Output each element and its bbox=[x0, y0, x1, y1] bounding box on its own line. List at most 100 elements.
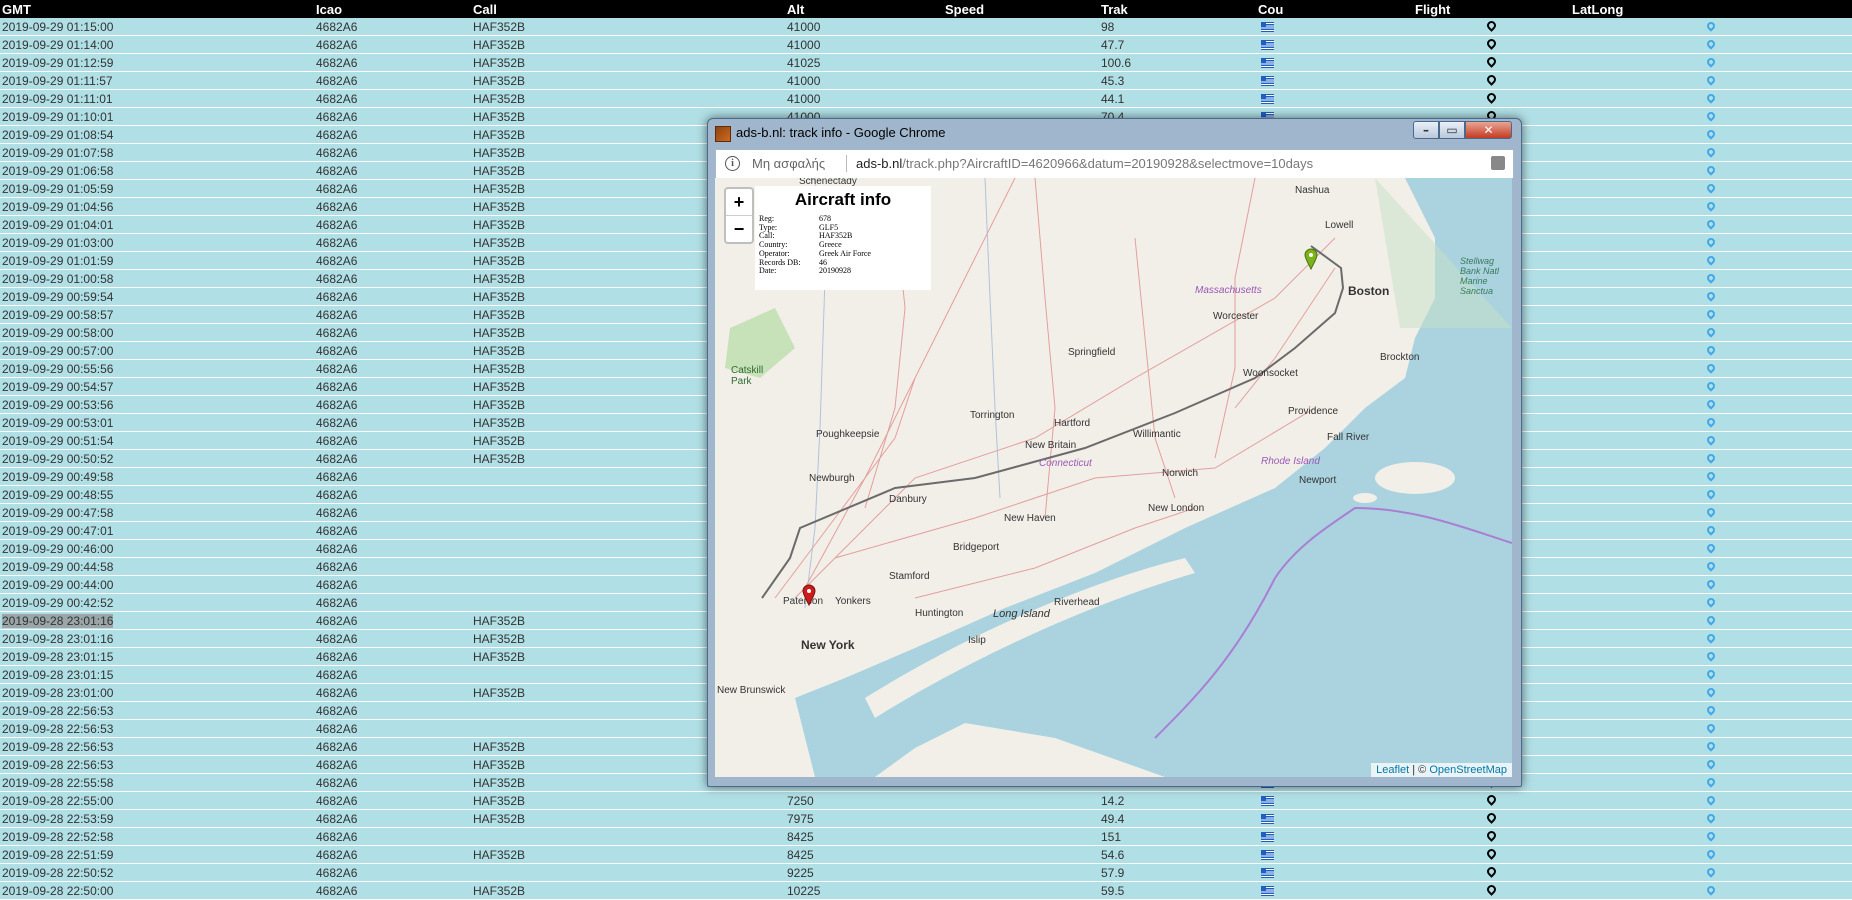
cell-latlong[interactable] bbox=[1570, 827, 1852, 846]
cell-latlong[interactable] bbox=[1570, 143, 1852, 162]
cell-latlong[interactable] bbox=[1570, 323, 1852, 342]
map-marker-icon[interactable] bbox=[1705, 290, 1717, 302]
cell-latlong[interactable] bbox=[1570, 593, 1852, 612]
info-icon[interactable]: i bbox=[725, 156, 740, 171]
map-marker-icon[interactable] bbox=[1705, 776, 1717, 788]
cell-latlong[interactable] bbox=[1570, 197, 1852, 216]
map-marker-icon[interactable] bbox=[1705, 884, 1717, 896]
map-marker-icon[interactable] bbox=[1705, 704, 1717, 716]
cell-latlong[interactable] bbox=[1570, 18, 1852, 36]
map-marker-icon[interactable] bbox=[1705, 200, 1717, 212]
cell-latlong[interactable] bbox=[1570, 53, 1852, 72]
cell-flight[interactable] bbox=[1413, 863, 1570, 882]
location-pin-icon[interactable] bbox=[1485, 847, 1498, 861]
map-marker-icon[interactable] bbox=[1705, 344, 1717, 356]
map-marker-icon[interactable] bbox=[1705, 650, 1717, 662]
cell-latlong[interactable] bbox=[1570, 485, 1852, 504]
map-marker-icon[interactable] bbox=[1705, 596, 1717, 608]
map-marker-icon[interactable] bbox=[1705, 632, 1717, 644]
cell-flight[interactable] bbox=[1413, 809, 1570, 828]
cell-latlong[interactable] bbox=[1570, 611, 1852, 630]
map-marker-icon[interactable] bbox=[1705, 326, 1717, 338]
url-text[interactable]: ads-b.nl/track.php?AircraftID=4620966&da… bbox=[856, 156, 1313, 171]
leaflet-link[interactable]: Leaflet bbox=[1376, 764, 1409, 776]
map-marker-icon[interactable] bbox=[1705, 56, 1717, 68]
map-marker-icon[interactable] bbox=[1705, 614, 1717, 626]
map-marker-icon[interactable] bbox=[1705, 110, 1717, 122]
cell-latlong[interactable] bbox=[1570, 449, 1852, 468]
cell-latlong[interactable] bbox=[1570, 89, 1852, 108]
cell-flight[interactable] bbox=[1413, 18, 1570, 36]
zoom-out-button[interactable]: − bbox=[726, 216, 752, 242]
cell-latlong[interactable] bbox=[1570, 737, 1852, 756]
cell-latlong[interactable] bbox=[1570, 665, 1852, 684]
map-marker-icon[interactable] bbox=[1705, 758, 1717, 770]
location-pin-icon[interactable] bbox=[1485, 37, 1498, 51]
map-marker-icon[interactable] bbox=[1705, 236, 1717, 248]
map-marker-icon[interactable] bbox=[1705, 794, 1717, 806]
map-marker-icon[interactable] bbox=[1705, 416, 1717, 428]
cell-latlong[interactable] bbox=[1570, 341, 1852, 360]
cell-flight[interactable] bbox=[1413, 53, 1570, 72]
map-marker-icon[interactable] bbox=[1705, 38, 1717, 50]
cell-latlong[interactable] bbox=[1570, 359, 1852, 378]
maximize-button[interactable]: ▭ bbox=[1439, 121, 1465, 139]
map-marker-icon[interactable] bbox=[1705, 866, 1717, 878]
cell-latlong[interactable] bbox=[1570, 845, 1852, 864]
location-pin-icon[interactable] bbox=[1485, 811, 1498, 825]
osm-link[interactable]: OpenStreetMap bbox=[1429, 764, 1507, 776]
map-marker-icon[interactable] bbox=[1705, 812, 1717, 824]
map-marker-icon[interactable] bbox=[1705, 380, 1717, 392]
map-marker-icon[interactable] bbox=[1705, 578, 1717, 590]
cell-latlong[interactable] bbox=[1570, 179, 1852, 198]
cell-latlong[interactable] bbox=[1570, 161, 1852, 180]
cell-latlong[interactable] bbox=[1570, 107, 1852, 126]
cell-flight[interactable] bbox=[1413, 35, 1570, 54]
cell-latlong[interactable] bbox=[1570, 773, 1852, 792]
cell-flight[interactable] bbox=[1413, 791, 1570, 810]
minimize-button[interactable]: – bbox=[1413, 121, 1439, 139]
cell-latlong[interactable] bbox=[1570, 863, 1852, 882]
cell-flight[interactable] bbox=[1413, 845, 1570, 864]
map-marker-icon[interactable] bbox=[1705, 362, 1717, 374]
location-pin-icon[interactable] bbox=[1485, 19, 1498, 33]
start-marker-icon[interactable] bbox=[802, 584, 816, 606]
cell-latlong[interactable] bbox=[1570, 755, 1852, 774]
cell-latlong[interactable] bbox=[1570, 701, 1852, 720]
cell-flight[interactable] bbox=[1413, 89, 1570, 108]
location-pin-icon[interactable] bbox=[1485, 829, 1498, 843]
cell-latlong[interactable] bbox=[1570, 233, 1852, 252]
map-marker-icon[interactable] bbox=[1705, 92, 1717, 104]
map-marker-icon[interactable] bbox=[1705, 524, 1717, 536]
cell-latlong[interactable] bbox=[1570, 377, 1852, 396]
cell-latlong[interactable] bbox=[1570, 35, 1852, 54]
cell-latlong[interactable] bbox=[1570, 215, 1852, 234]
chrome-popup-window[interactable]: ads-b.nl: track info - Google Chrome – ▭… bbox=[707, 118, 1522, 787]
map-marker-icon[interactable] bbox=[1705, 560, 1717, 572]
cell-latlong[interactable] bbox=[1570, 809, 1852, 828]
map-marker-icon[interactable] bbox=[1705, 830, 1717, 842]
map-marker-icon[interactable] bbox=[1705, 542, 1717, 554]
window-titlebar[interactable]: ads-b.nl: track info - Google Chrome – ▭… bbox=[708, 119, 1521, 145]
cell-flight[interactable] bbox=[1413, 881, 1570, 900]
cell-latlong[interactable] bbox=[1570, 647, 1852, 666]
cell-latlong[interactable] bbox=[1570, 521, 1852, 540]
cell-latlong[interactable] bbox=[1570, 305, 1852, 324]
cell-latlong[interactable] bbox=[1570, 629, 1852, 648]
cell-latlong[interactable] bbox=[1570, 881, 1852, 900]
end-marker-icon[interactable] bbox=[1304, 248, 1318, 270]
location-pin-icon[interactable] bbox=[1485, 55, 1498, 69]
address-bar[interactable]: i Μη ασφαλής ads-b.nl/track.php?Aircraft… bbox=[715, 149, 1514, 179]
map-marker-icon[interactable] bbox=[1705, 848, 1717, 860]
map-marker-icon[interactable] bbox=[1705, 488, 1717, 500]
map-marker-icon[interactable] bbox=[1705, 182, 1717, 194]
cell-flight[interactable] bbox=[1413, 827, 1570, 846]
cell-flight[interactable] bbox=[1413, 71, 1570, 90]
cell-latlong[interactable] bbox=[1570, 503, 1852, 522]
map-marker-icon[interactable] bbox=[1705, 74, 1717, 86]
map-marker-icon[interactable] bbox=[1705, 668, 1717, 680]
map-marker-icon[interactable] bbox=[1705, 308, 1717, 320]
map-marker-icon[interactable] bbox=[1705, 146, 1717, 158]
cell-latlong[interactable] bbox=[1570, 251, 1852, 270]
cell-latlong[interactable] bbox=[1570, 719, 1852, 738]
